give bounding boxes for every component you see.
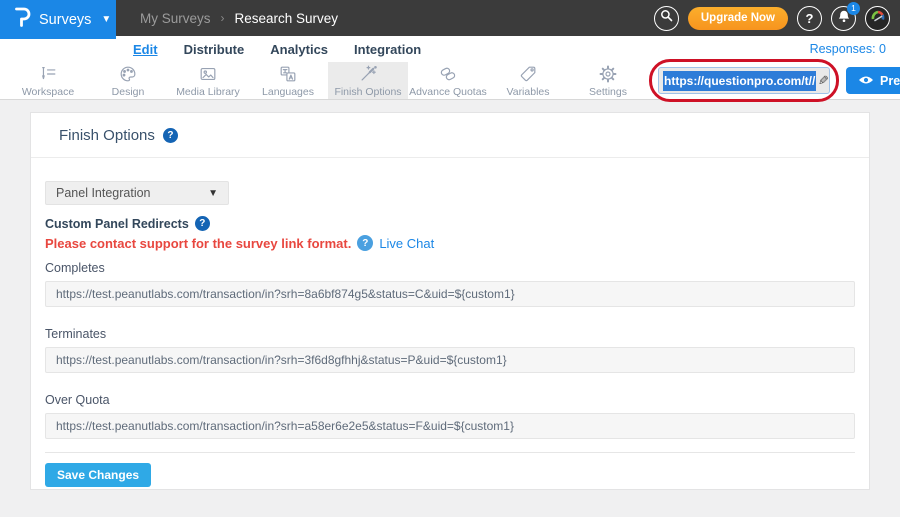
terminates-url-input[interactable] [45,347,855,373]
survey-url-selected-text: https://questionpro.com/t// [663,71,816,91]
completes-url-input[interactable] [45,281,855,307]
save-changes-button[interactable]: Save Changes [45,463,151,487]
toolbar-item-finish-options[interactable]: Finish Options [328,62,408,99]
breadcrumb: My Surveys › Research Survey [140,0,338,36]
terminates-field-group: Terminates [45,327,855,373]
tab-edit[interactable]: Edit [133,42,158,57]
translate-icon [278,64,298,84]
eye-icon [858,74,874,88]
questionpro-logo-icon [14,6,31,33]
notifications-button[interactable]: 1 [831,6,856,31]
support-notice-row: Please contact support for the survey li… [45,235,855,251]
toolbar-item-advance-quotas[interactable]: Advance Quotas [408,62,488,99]
terminates-label: Terminates [45,327,855,341]
card-body: Panel Integration ▼ Custom Panel Redirec… [31,181,869,487]
toolbar-item-languages[interactable]: Languages [248,62,328,99]
notification-badge: 1 [847,2,860,15]
toolbar-item-settings[interactable]: Settings [568,62,648,99]
dropdown-selected-value: Panel Integration [56,186,151,200]
breadcrumb-my-surveys[interactable]: My Surveys [140,11,211,26]
main-content: Finish Options ? Panel Integration ▼ Cus… [0,100,900,490]
magic-wand-icon [358,64,378,84]
toolbar-items: Workspace Design Media Library Languages [8,62,648,99]
tab-analytics[interactable]: Analytics [270,42,328,57]
workspace-icon [38,64,58,84]
chevron-down-icon: ▼ [208,188,218,199]
tab-integration[interactable]: Integration [354,42,421,57]
breadcrumb-current-survey: Research Survey [235,11,339,26]
tag-icon [518,64,538,84]
toolbar-item-workspace[interactable]: Workspace [8,62,88,99]
app-name: Surveys [39,12,91,28]
completes-label: Completes [45,261,855,275]
support-notice-text: Please contact support for the survey li… [45,236,351,251]
live-chat-link[interactable]: Live Chat [379,236,434,251]
avatar-logo-icon [869,7,887,30]
search-icon [660,9,673,27]
tab-distribute[interactable]: Distribute [184,42,245,57]
top-header: Surveys ▼ My Surveys › Research Survey U… [0,0,900,36]
responses-count: Responses: 0 [810,42,886,56]
page-title: Finish Options [59,127,155,144]
user-avatar[interactable] [865,6,890,31]
upgrade-now-button[interactable]: Upgrade Now [688,7,788,30]
edit-url-pencil-icon[interactable]: ✎ [818,73,829,89]
section-divider [45,452,855,453]
survey-nav-tabs: Edit Distribute Analytics Integration Re… [0,36,900,62]
over-quota-url-input[interactable] [45,413,855,439]
survey-url-container: https://questionpro.com/t// ✎ [658,67,830,94]
product-switcher[interactable]: Surveys ▼ [0,0,116,39]
edit-toolbar: Workspace Design Media Library Languages [0,62,900,100]
redirects-help-icon[interactable]: ? [195,216,210,231]
card-header: Finish Options ? [31,113,869,158]
questionpro-finish-options-page: Surveys ▼ My Surveys › Research Survey U… [0,0,900,517]
completes-field-group: Completes [45,261,855,307]
gear-icon [598,64,618,84]
custom-panel-redirects-heading: Custom Panel Redirects ? [45,216,855,231]
live-chat-help-icon[interactable]: ? [357,235,373,251]
toolbar-item-variables[interactable]: Variables [488,62,568,99]
finish-options-card: Finish Options ? Panel Integration ▼ Cus… [30,112,870,490]
over-quota-field-group: Over Quota [45,393,855,439]
finish-options-help-icon[interactable]: ? [163,128,178,143]
panel-integration-dropdown[interactable]: Panel Integration ▼ [45,181,229,205]
breadcrumb-separator-icon: › [221,11,225,25]
image-icon [198,64,218,84]
palette-icon [118,64,138,84]
preview-button[interactable]: Preview [846,67,900,94]
survey-url-input[interactable]: https://questionpro.com/t// ✎ [658,67,830,94]
over-quota-label: Over Quota [45,393,855,407]
help-button[interactable]: ? [797,6,822,31]
toolbar-item-media-library[interactable]: Media Library [168,62,248,99]
search-button[interactable] [654,6,679,31]
header-actions: Upgrade Now ? 1 [654,0,890,36]
toolbar-item-design[interactable]: Design [88,62,168,99]
chain-link-icon [438,64,458,84]
chevron-down-icon: ▼ [101,14,111,25]
